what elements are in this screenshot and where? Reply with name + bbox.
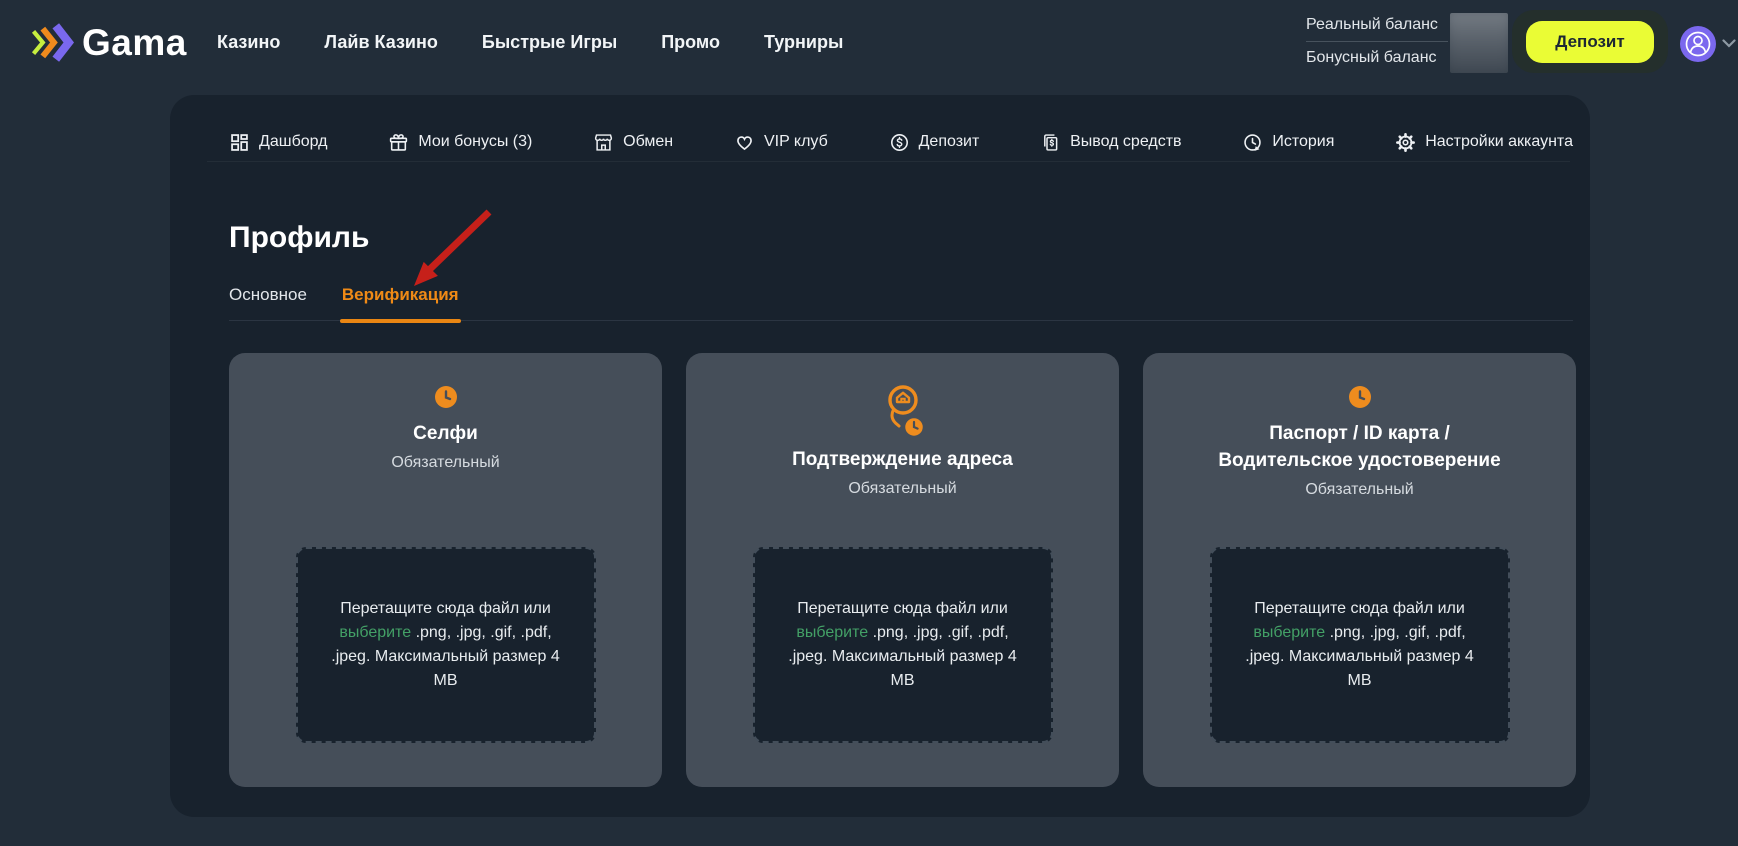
account-nav-label: VIP клуб [764, 133, 828, 151]
pending-clock-icon [433, 384, 459, 410]
site-logo[interactable]: Gama [28, 21, 187, 64]
user-avatar[interactable] [1680, 26, 1716, 62]
dropzone-text: Перетащите сюда файл или выберите .png, … [779, 597, 1027, 693]
verification-card-title: Селфи [413, 420, 478, 447]
file-dropzone[interactable]: Перетащите сюда файл или выберите .png, … [296, 547, 596, 743]
account-nav-label: Вывод средств [1070, 133, 1181, 151]
address-pending-icon [880, 382, 926, 440]
file-dropzone[interactable]: Перетащите сюда файл или выберите .png, … [1210, 547, 1510, 743]
verification-card-title: Подтверждение адреса [792, 446, 1013, 473]
verification-card-title: Паспорт / ID карта / Водительское удосто… [1210, 420, 1510, 474]
account-nav-item[interactable]: История [1242, 132, 1334, 153]
choose-file-link[interactable]: выберите [339, 624, 411, 641]
account-nav-label: Обмен [623, 133, 673, 151]
profile-subtab[interactable]: Верификация [342, 285, 459, 305]
balance-value-redacted [1450, 13, 1508, 73]
account-nav-item[interactable]: Дашборд [229, 132, 328, 153]
account-nav-label: Мои бонусы (3) [418, 133, 532, 151]
real-balance-label: Реальный баланс [1306, 15, 1448, 35]
verification-cards: Селфи Обязательный Перетащите сюда файл … [229, 353, 1576, 787]
gama-verification-page: Gama Казино Лайв Казино Быстрые Игры Про… [0, 0, 1738, 846]
page-title: Профиль [229, 221, 369, 255]
account-nav-item[interactable]: Депозит [889, 132, 980, 153]
account-nav-label: Дашборд [259, 133, 328, 151]
gear-icon [1395, 132, 1416, 153]
verification-card-status: Обязательный [848, 480, 956, 498]
account-nav-item[interactable]: VIP клуб [734, 132, 828, 153]
dropzone-drag-text: Перетащите сюда файл или [797, 600, 1008, 617]
pending-clock-icon [1347, 384, 1373, 410]
main-nav-item[interactable]: Быстрые Игры [482, 32, 617, 53]
account-nav-item[interactable]: Обмен [593, 132, 673, 153]
history-icon [1242, 132, 1263, 153]
account-nav-item[interactable]: Вывод средств [1040, 132, 1181, 153]
deposit-button-container: Депозит [1512, 10, 1668, 73]
account-nav-label: История [1272, 133, 1334, 151]
account-nav: Дашборд Мои бонусы (3) Обмен VIP клуб [229, 123, 1573, 161]
profile-subtabs: Основное Верификация [229, 285, 1573, 321]
dropzone-drag-text: Перетащите сюда файл или [340, 600, 551, 617]
coin-icon [889, 132, 910, 153]
withdraw-icon [1040, 132, 1061, 153]
file-dropzone[interactable]: Перетащите сюда файл или выберите .png, … [753, 547, 1053, 743]
profile-subtab[interactable]: Основное [229, 285, 307, 305]
balance-block: Реальный баланс Бонусный баланс [1306, 15, 1448, 68]
account-nav-item[interactable]: Настройки аккаунта [1395, 132, 1573, 153]
account-nav-item[interactable]: Мои бонусы (3) [388, 132, 532, 153]
account-nav-label: Депозит [919, 133, 980, 151]
dropzone-drag-text: Перетащите сюда файл или [1254, 600, 1465, 617]
dropzone-text: Перетащите сюда файл или выберите .png, … [322, 597, 570, 693]
verification-card: Паспорт / ID карта / Водительское удосто… [1143, 353, 1576, 787]
gift-icon [388, 132, 409, 153]
dashboard-icon [229, 132, 250, 153]
user-icon [1680, 26, 1716, 62]
account-nav-divider [207, 161, 1570, 162]
main-nav-item[interactable]: Лайв Казино [324, 32, 438, 53]
main-nav: Казино Лайв Казино Быстрые Игры Промо Ту… [217, 0, 843, 84]
choose-file-link[interactable]: выберите [796, 624, 868, 641]
shop-icon [593, 132, 614, 153]
choose-file-link[interactable]: выберите [1253, 624, 1325, 641]
balance-divider [1306, 41, 1448, 42]
verification-card: Селфи Обязательный Перетащите сюда файл … [229, 353, 662, 787]
logo-chevrons-icon [28, 21, 78, 64]
bonus-balance-label: Бонусный баланс [1306, 48, 1448, 68]
main-nav-item[interactable]: Промо [661, 32, 720, 53]
verification-card: Подтверждение адреса Обязательный Перета… [686, 353, 1119, 787]
deposit-button[interactable]: Депозит [1526, 21, 1654, 63]
verification-card-status: Обязательный [391, 454, 499, 472]
account-nav-label: Настройки аккаунта [1425, 133, 1573, 151]
logo-wordmark: Gama [82, 22, 187, 64]
account-panel: Дашборд Мои бонусы (3) Обмен VIP клуб [170, 95, 1590, 817]
heart-icon [734, 132, 755, 153]
dropzone-text: Перетащите сюда файл или выберите .png, … [1236, 597, 1484, 693]
main-nav-item[interactable]: Турниры [764, 32, 843, 53]
verification-card-status: Обязательный [1305, 481, 1413, 499]
main-nav-item[interactable]: Казино [217, 32, 280, 53]
account-menu-chevron-icon[interactable] [1722, 39, 1736, 48]
